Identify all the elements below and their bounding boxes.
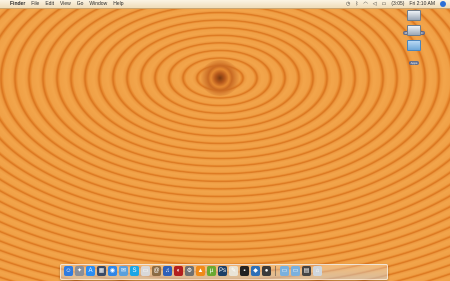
skype-icon[interactable]: S: [130, 266, 139, 276]
bluetooth-icon[interactable]: ᛒ: [355, 0, 358, 8]
dock: ☺ ✦ A ▦ ◉ ✉ S ▭ @ ♫ ◐ ⚙ ▲ µ Ps ✎ ▪ ◆ ● ▭ ▭ ▤ ⌂: [60, 264, 388, 280]
desktop-wallpaper: [0, 0, 450, 281]
menu-bar: Finder File Edit View Go Window Help ◷ ᛒ…: [0, 0, 450, 9]
menu-view[interactable]: View: [60, 0, 71, 8]
app-icon[interactable]: ●: [262, 266, 271, 276]
terminal-icon[interactable]: ▪: [240, 266, 249, 276]
utorrent-icon[interactable]: µ: [207, 266, 216, 276]
calendar-icon[interactable]: ▭: [141, 266, 150, 276]
time-machine-icon[interactable]: ◷: [346, 0, 350, 8]
battery-time: (3:05): [391, 1, 405, 7]
menu-edit[interactable]: Edit: [45, 0, 54, 8]
spotlight-icon[interactable]: [440, 1, 446, 7]
menu-finder[interactable]: Finder: [10, 0, 25, 8]
menu-window[interactable]: Window: [89, 0, 107, 8]
finder-icon[interactable]: ☺: [64, 266, 73, 276]
wallpaper-tree-ring-center: [200, 60, 240, 96]
system-preferences-icon[interactable]: ⚙: [185, 266, 194, 276]
desktop-icon-label: Apps: [408, 61, 420, 65]
documents-folder-icon[interactable]: ▭: [291, 266, 300, 276]
photo-booth-icon[interactable]: ◐: [174, 266, 183, 276]
menubar-clock[interactable]: Fri 2:10 AM: [409, 0, 435, 8]
vlc-icon[interactable]: ▲: [196, 266, 205, 276]
launchpad-icon[interactable]: ✦: [75, 266, 84, 276]
hard-drive-icon: [407, 10, 421, 21]
desktop-icon-apps[interactable]: Apps: [394, 40, 434, 69]
folder-icon: [407, 40, 421, 51]
dock-separator: [275, 266, 276, 276]
applications-folder-icon[interactable]: ▭: [280, 266, 289, 276]
volume-icon[interactable]: ◁: [373, 0, 377, 8]
safari-icon[interactable]: ◉: [108, 266, 117, 276]
battery-icon[interactable]: ▭: [382, 0, 387, 8]
itunes-icon[interactable]: ♫: [163, 266, 172, 276]
menu-help[interactable]: Help: [113, 0, 123, 8]
textedit-icon[interactable]: ✎: [229, 266, 238, 276]
mission-control-icon[interactable]: ▦: [97, 266, 106, 276]
photoshop-icon[interactable]: Ps: [218, 266, 227, 276]
downloads-stack-icon[interactable]: ▤: [302, 266, 311, 276]
trash-icon[interactable]: ⌂: [313, 266, 322, 276]
game-icon[interactable]: ◆: [251, 266, 260, 276]
mail-icon[interactable]: ✉: [119, 266, 128, 276]
menu-go[interactable]: Go: [77, 0, 84, 8]
app-store-icon[interactable]: A: [86, 266, 95, 276]
drive-icon: [407, 25, 421, 36]
address-book-icon[interactable]: @: [152, 266, 161, 276]
wifi-icon[interactable]: ◠: [363, 0, 367, 8]
menu-file[interactable]: File: [31, 0, 39, 8]
